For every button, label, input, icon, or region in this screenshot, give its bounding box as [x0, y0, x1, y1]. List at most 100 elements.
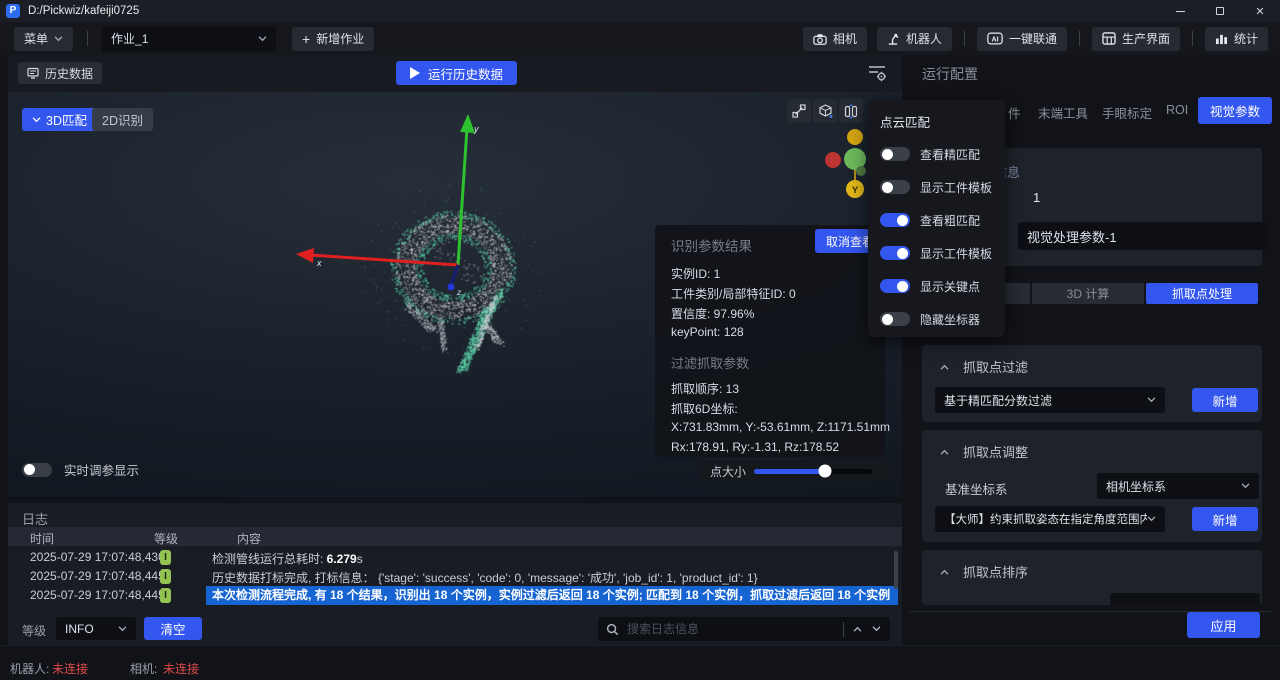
toggle-row: 显示工件模板	[880, 177, 992, 197]
grab-sort-title: 抓取点排序	[963, 562, 1028, 581]
seg-3d-compute[interactable]: 3D 计算	[1032, 283, 1144, 304]
grab-adjust-title: 抓取点调整	[963, 442, 1028, 461]
compare-view-button[interactable]	[839, 99, 863, 123]
app-logo: P	[6, 4, 20, 18]
menu-label: 菜单	[24, 30, 48, 47]
display-settings-button[interactable]	[866, 63, 888, 83]
tab-3d-match[interactable]: 3D匹配	[22, 108, 97, 131]
divider	[843, 622, 844, 637]
log-row-selected[interactable]: 2025-07-29 17:07:48,445 I 本次检测流程完成, 有 18…	[8, 586, 902, 605]
production-label: 生产界面	[1122, 30, 1170, 47]
menu-button[interactable]: 菜单	[14, 27, 73, 51]
grab-sort-card: 抓取点排序	[922, 550, 1262, 605]
show-template-coarse-toggle[interactable]	[880, 246, 910, 260]
show-template-fine-label: 显示工件模板	[920, 179, 992, 196]
col-time: 时间	[30, 530, 54, 547]
hide-gizmo-toggle[interactable]	[880, 312, 910, 326]
grab-rxyz: Rx:178.91, Ry:-1.31, Rz:178.52	[671, 440, 839, 454]
divider	[964, 31, 965, 46]
camera-label: 相机	[833, 30, 857, 47]
one-click-connect-button[interactable]: AI 一键联通	[977, 27, 1067, 51]
vision-param-input[interactable]: 视觉处理参数-1	[1018, 222, 1268, 250]
svg-text:AI: AI	[991, 35, 998, 43]
filter-add-label: 新增	[1212, 391, 1237, 410]
tab-2d-recognition[interactable]: 2D识别	[92, 108, 153, 131]
maximize-button[interactable]	[1200, 0, 1240, 22]
log-search-input[interactable]	[627, 622, 835, 636]
log-time: 2025-07-29 17:07:48,445	[30, 569, 165, 583]
robot-button[interactable]: 机器人	[877, 27, 952, 51]
minimize-button[interactable]	[1160, 0, 1200, 22]
base-frame-select[interactable]: 相机坐标系	[1097, 473, 1259, 499]
realtime-display-row: 实时调参显示	[22, 460, 139, 479]
filter-rule-value: 基于精匹配分数过滤	[944, 392, 1052, 409]
chevron-down-icon	[32, 117, 41, 123]
show-template-fine-toggle[interactable]	[880, 180, 910, 194]
camera-status-label: 相机:	[130, 660, 157, 677]
view-fine-match-toggle[interactable]	[880, 147, 910, 161]
divider	[87, 31, 88, 46]
stats-button[interactable]: 统计	[1205, 27, 1268, 51]
stats-bars-icon	[1215, 33, 1228, 45]
log-content: 检测管线运行总耗时: 6.279s	[212, 550, 363, 567]
run-history-button[interactable]: 运行历史数据	[396, 61, 517, 85]
history-data-chip[interactable]: 历史数据	[18, 62, 102, 84]
measure-tool-button[interactable]	[787, 99, 811, 123]
production-ui-button[interactable]: 生产界面	[1092, 27, 1180, 51]
viewer-panel: 历史数据 运行历史数据 y x z 3	[8, 55, 902, 497]
filter-rule-select[interactable]: 基于精匹配分数过滤	[935, 387, 1165, 413]
slider-knob[interactable]	[818, 465, 831, 478]
point-size-slider[interactable]	[754, 469, 872, 474]
log-row[interactable]: 2025-07-29 17:07:48,445 I 历史数据打标完成, 打标信息…	[8, 567, 902, 586]
apply-button[interactable]: 应用	[1187, 612, 1260, 638]
chevron-up-icon[interactable]	[852, 626, 863, 632]
log-level-select[interactable]: INFO	[56, 617, 136, 640]
tab-roi[interactable]: ROI	[1166, 103, 1188, 117]
grab-filter-title: 抓取点过滤	[963, 357, 1028, 376]
tab-hand-eye[interactable]: 手眼标定	[1102, 103, 1152, 122]
toggle-row: 显示工件模板	[880, 243, 992, 263]
close-button[interactable]: ✕	[1240, 0, 1280, 22]
tab-vision-params-label: 视觉参数	[1210, 105, 1260, 119]
job-select[interactable]: 作业_1	[102, 26, 276, 52]
add-job-button[interactable]: + 新增作业	[292, 27, 374, 51]
grab-order: 抓取顺序: 13	[671, 380, 739, 397]
adjust-rule-select[interactable]: 【大师】约束抓取姿态在指定角度范围内	[935, 506, 1165, 532]
robot-status-value: 未连接	[52, 660, 88, 677]
filter-add-button[interactable]: 新增	[1192, 388, 1258, 412]
camera-button[interactable]: 相机	[803, 27, 867, 51]
view-coarse-match-toggle[interactable]	[880, 213, 910, 227]
apply-label: 应用	[1210, 616, 1236, 635]
chevron-down-icon	[118, 626, 127, 632]
toggle-row: 查看粗匹配	[880, 210, 980, 230]
point-size-label: 点大小	[710, 463, 746, 480]
sort-rule-select-partial[interactable]	[1110, 593, 1260, 605]
grab-adjust-header[interactable]: 抓取点调整	[940, 442, 1028, 461]
clear-log-button[interactable]: 清空	[144, 617, 202, 640]
show-keypoints-toggle[interactable]	[880, 279, 910, 293]
camera-icon	[813, 33, 827, 45]
chevron-down-icon[interactable]	[871, 626, 882, 632]
grab-sort-header[interactable]: 抓取点排序	[940, 562, 1028, 581]
grab-filter-header[interactable]: 抓取点过滤	[940, 357, 1028, 376]
seg-grab-process[interactable]: 抓取点处理	[1146, 283, 1258, 304]
view-cube-button[interactable]	[813, 99, 837, 123]
toggle-row: 显示关键点	[880, 276, 980, 296]
chevron-down-icon	[1147, 397, 1156, 403]
col-level: 等级	[154, 530, 178, 547]
adjust-add-button[interactable]: 新增	[1192, 507, 1258, 531]
cloud-match-title: 点云匹配	[880, 116, 930, 130]
log-panel: 日志 时间 等级 内容 2025-07-29 17:07:48,430 I 检测…	[8, 503, 902, 645]
tab-partial[interactable]: 件	[1008, 103, 1021, 122]
tab-end-tool[interactable]: 末端工具	[1038, 103, 1088, 122]
log-content: 历史数据打标完成, 打标信息： {'stage': 'success', 'co…	[212, 569, 758, 586]
cloud-match-popup: 点云匹配 查看精匹配 显示工件模板 查看粗匹配 显示工件模板 显示关键点 隐藏坐…	[868, 100, 1005, 337]
realtime-display-toggle[interactable]	[22, 463, 52, 477]
point-size-bar: 点大小	[700, 460, 893, 482]
ai-icon: AI	[987, 32, 1003, 45]
tab-hand-eye-label: 手眼标定	[1102, 107, 1152, 121]
log-scrollbar[interactable]	[894, 551, 898, 589]
log-row[interactable]: 2025-07-29 17:07:48,430 I 检测管线运行总耗时: 6.2…	[8, 548, 902, 567]
viewport-3d[interactable]: y x z 3D匹配 2D识别 Y	[8, 92, 902, 497]
tab-vision-params[interactable]: 视觉参数	[1198, 97, 1272, 124]
